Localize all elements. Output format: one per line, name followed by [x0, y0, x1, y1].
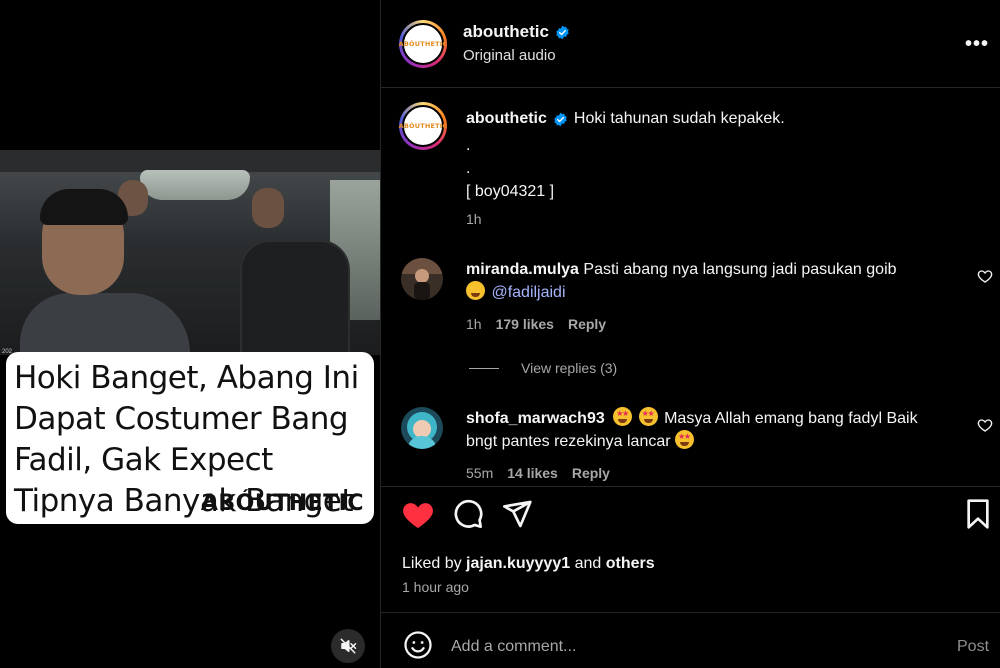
comment-likes[interactable]: 179 likes	[496, 316, 554, 332]
post-time: 1 hour ago	[402, 579, 469, 595]
car-seat	[240, 240, 350, 355]
replies-divider-line	[469, 367, 499, 369]
liked-by-prefix: Liked by	[402, 555, 462, 572]
comment-input[interactable]	[451, 634, 901, 660]
like-comment-heart-icon[interactable]	[977, 417, 993, 433]
liked-by-user[interactable]: jajan.kuyyyy1	[466, 555, 570, 572]
commenter-avatar[interactable]	[401, 407, 443, 449]
mute-button[interactable]	[331, 629, 365, 663]
mention-link[interactable]: @fadiljaidi	[491, 284, 565, 301]
caption-dot-2: .	[466, 160, 471, 177]
more-options-icon[interactable]: •••	[965, 33, 989, 56]
driver-figure	[20, 185, 190, 355]
share-icon[interactable]	[501, 498, 533, 530]
caption-username[interactable]: abouthetic	[466, 110, 547, 128]
star-struck-emoji	[613, 407, 633, 426]
caption-avatar-logo: ABÓUTHETIC	[398, 122, 448, 130]
caption-time: 1h	[466, 211, 482, 227]
actions-divider	[381, 486, 1000, 487]
commenter-avatar[interactable]	[401, 258, 443, 300]
post-panel: ABÓUTHETIC abouthetic Original audio •••…	[380, 0, 1000, 668]
like-comment-heart-icon[interactable]	[977, 268, 993, 284]
liked-by: Liked by jajan.kuyyyy1 and others	[402, 555, 655, 573]
caption-author-avatar[interactable]: ABÓUTHETIC	[399, 102, 447, 150]
caption-tag: [ boy04321 ]	[466, 183, 555, 200]
video-brand-watermark: ABÓUTHETIC	[200, 491, 364, 516]
avatar-logo: ABÓUTHETIC	[398, 40, 448, 48]
emoji-picker-icon[interactable]	[403, 630, 433, 660]
author-avatar[interactable]: ABÓUTHETIC	[399, 20, 447, 68]
passenger-back-right	[252, 188, 284, 228]
comment-text: Pasti abang nya langsung jadi pasukan go…	[583, 261, 897, 278]
star-struck-emoji	[638, 407, 658, 426]
star-struck-emoji	[675, 430, 695, 449]
caption-dot-1: .	[466, 137, 471, 154]
verified-badge-icon	[556, 25, 569, 39]
view-replies-button[interactable]: View replies (3)	[469, 360, 617, 376]
author-username[interactable]: abouthetic	[463, 22, 570, 42]
post-button[interactable]: Post	[957, 638, 989, 656]
comment-time: 1h	[466, 316, 482, 332]
commenter-username[interactable]: miranda.mulya	[466, 261, 579, 278]
video-caption-overlay: Hoki Banget, Abang Ini Dapat Costumer Ba…	[6, 352, 374, 524]
rolling-laughing-emoji	[466, 281, 485, 300]
comment-text-continued: bngt pantes rezekinya lancar	[466, 433, 671, 450]
reply-button[interactable]: Reply	[572, 465, 610, 481]
author-username-text[interactable]: abouthetic	[463, 22, 549, 42]
comment-divider	[381, 612, 1000, 613]
audio-link[interactable]: Original audio	[463, 47, 556, 64]
comment-text: Masya Allah emang bang fadyl Baik	[664, 410, 918, 427]
comment-likes[interactable]: 14 likes	[507, 465, 558, 481]
comment-time: 55m	[466, 465, 494, 481]
caption-text: Hoki tahunan sudah kepakek.	[573, 110, 785, 127]
commenter-username[interactable]: shofa_marwach93	[466, 410, 605, 427]
view-replies-label[interactable]: View replies (3)	[521, 360, 617, 376]
comment-bar: Post	[381, 626, 1000, 668]
reply-button[interactable]: Reply	[568, 316, 606, 332]
action-bar	[381, 498, 1000, 538]
liked-by-and: and	[574, 555, 602, 572]
heart-filled-icon[interactable]	[401, 498, 435, 532]
video-frame: 202	[0, 150, 380, 355]
verified-badge-icon	[554, 112, 567, 126]
video-player[interactable]: 202 Hoki Banget, Abang Ini Dapat Costume…	[0, 0, 380, 668]
bookmark-icon[interactable]	[964, 498, 992, 530]
post-header: ABÓUTHETIC abouthetic Original audio •••	[381, 0, 1000, 88]
speaker-muted-icon	[340, 638, 357, 654]
liked-by-others[interactable]: others	[606, 555, 655, 572]
comment-icon[interactable]	[452, 498, 484, 530]
